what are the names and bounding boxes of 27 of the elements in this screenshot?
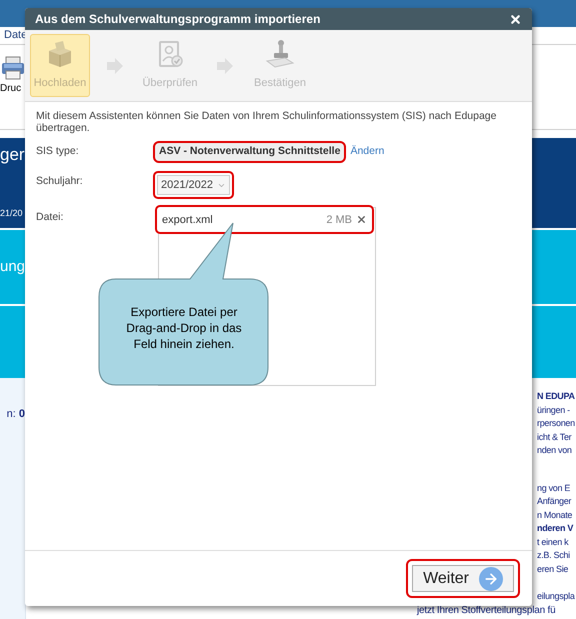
news-text: z.B. Schi [537, 549, 571, 562]
news-text: n Monate [537, 508, 574, 522]
field-label: Schuljahr: [36, 174, 84, 189]
dialog-title: Aus dem Schulverwaltungsprogramm importieren [35, 11, 320, 28]
field-label: SIS type: [36, 144, 80, 159]
news-text: ng von E [537, 482, 572, 495]
sis-type-value: ASV - Notenverwaltung Schnittstelle [153, 141, 346, 163]
news-text: rpersonen [537, 417, 576, 430]
banner-title: ger [0, 146, 25, 163]
news-text: eilungspla [537, 590, 576, 603]
news-text: N EDUPA [537, 390, 576, 403]
file-size: 2 MB [326, 212, 352, 228]
file-name: export.xml [162, 212, 214, 228]
news-text: nden von [537, 444, 573, 457]
counter-text: n: 0 [6, 407, 25, 422]
intro-text: Mit diesem Assistenten können Sie Daten von Ihrem Schulinformationssystem (SIS) nach Edupage übertragen. [36, 110, 498, 134]
callout-text: Exportiere Datei per Drag-and-Drop in das Feld hinein ziehen. [125, 304, 243, 352]
news-text: t einen k [537, 536, 570, 548]
band-title: ung [0, 256, 26, 277]
banner-date: 21/20 [0, 206, 23, 220]
news-text: Anfänger [537, 495, 572, 508]
news-text: jetzt Ihren Stoffverteilungsplan fü [417, 604, 556, 617]
news-text: eren Sie [537, 562, 570, 576]
field-label: Datei: [36, 210, 64, 226]
news-text: icht & Ter [537, 430, 572, 444]
news-text: nderen V [537, 522, 574, 535]
news-text: üringen - [537, 404, 571, 417]
